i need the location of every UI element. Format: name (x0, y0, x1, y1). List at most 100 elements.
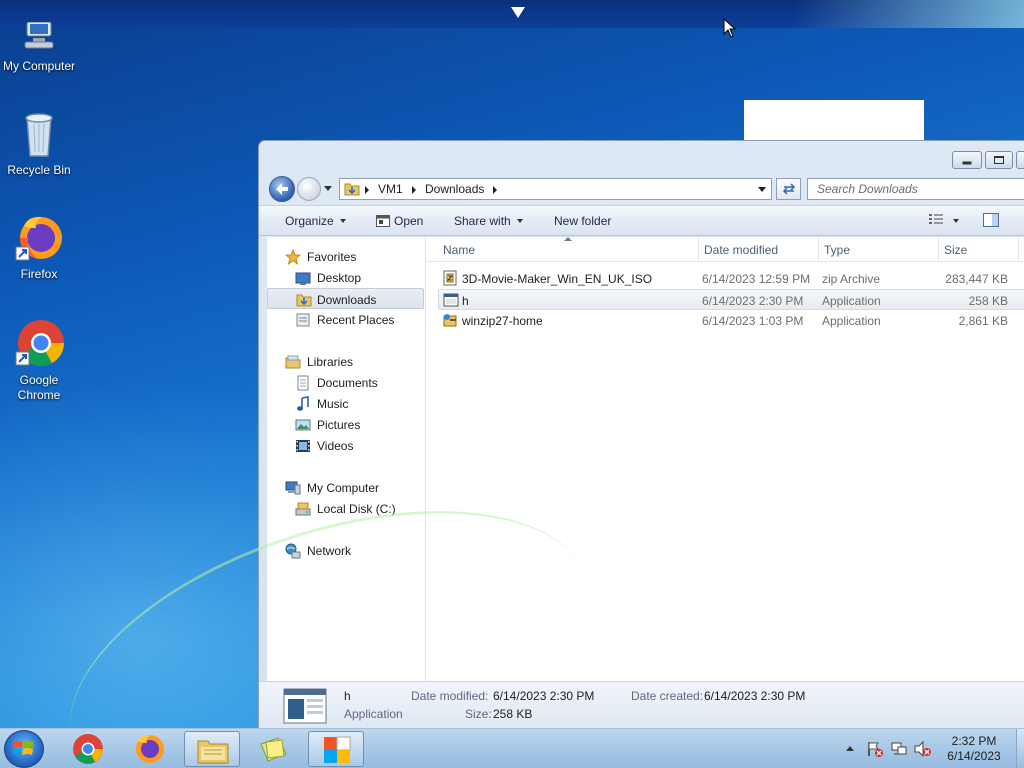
desktop-icon-google-chrome[interactable]: Google Chrome (0, 318, 78, 403)
explorer-window[interactable]: VM1 Downloads Search Downloads Organize (258, 140, 1024, 728)
nav-network[interactable]: Network (267, 540, 424, 561)
file-date: 6/14/2023 2:30 PM (702, 294, 804, 308)
vm-toolbar-toggle-icon[interactable] (511, 7, 525, 18)
file-name: winzip27-home (462, 314, 543, 328)
file-row[interactable]: winzip27-home 6/14/2023 1:03 PM Applicat… (438, 310, 1024, 331)
nav-label: Libraries (307, 355, 354, 369)
preview-pane-button[interactable] (983, 213, 999, 230)
nav-downloads[interactable]: Downloads (267, 288, 424, 309)
breadcrumb-separator-icon[interactable] (365, 186, 369, 194)
minimize-button[interactable] (952, 151, 982, 169)
videos-icon (296, 440, 310, 452)
taskbar-sticky-notes[interactable] (246, 731, 302, 767)
folder-icon (344, 183, 360, 196)
column-name[interactable]: Name (443, 243, 475, 257)
nav-local-disk[interactable]: Local Disk (C:) (267, 498, 424, 519)
refresh-button[interactable] (776, 178, 801, 200)
command-bar: Organize Open Share with New folder (259, 205, 1024, 236)
maximize-button[interactable] (985, 151, 1013, 169)
desktop-icon-label: Firefox (20, 267, 58, 281)
application-thumbnail-icon (283, 688, 327, 724)
system-tray (845, 729, 931, 768)
recent-pages-dropdown[interactable] (324, 186, 332, 191)
wallpaper-highlight (794, 0, 1024, 28)
installer-icon (443, 314, 457, 327)
taskbar-firefox[interactable] (122, 731, 178, 767)
share-with-button[interactable]: Share with (454, 214, 523, 228)
recycle-bin-icon (25, 113, 53, 157)
sticky-notes-icon (260, 737, 287, 762)
search-input[interactable]: Search Downloads (807, 178, 1024, 200)
nav-recent-places[interactable]: Recent Places (267, 309, 424, 330)
desktop: My Computer Recycle Bin Firefox Google C… (0, 0, 1024, 728)
file-name: 3D-Movie-Maker_Win_EN_UK_ISO (462, 272, 653, 286)
taskbar-chrome[interactable] (60, 731, 116, 767)
restore-icon (994, 156, 1004, 164)
forward-button[interactable] (297, 177, 321, 201)
mouse-cursor-icon (723, 18, 737, 38)
column-divider[interactable] (938, 237, 939, 262)
nav-videos[interactable]: Videos (267, 435, 424, 456)
music-note-icon (297, 396, 309, 411)
view-list-icon (929, 214, 943, 224)
desktop-icon-recycle-bin[interactable]: Recycle Bin (0, 110, 78, 178)
firefox-icon (136, 734, 164, 763)
breadcrumb-vm1[interactable]: VM1 (378, 182, 403, 196)
zip-archive-icon (443, 270, 457, 286)
address-history-dropdown-icon[interactable] (758, 187, 766, 192)
open-label: Open (394, 214, 424, 228)
nav-label: Videos (317, 439, 354, 453)
nav-documents[interactable]: Documents (267, 372, 424, 393)
nav-libraries[interactable]: Libraries (267, 351, 424, 372)
file-name: h (462, 294, 469, 308)
column-date-modified[interactable]: Date modified (704, 243, 778, 257)
network-tray-icon[interactable] (890, 740, 908, 758)
nav-pictures[interactable]: Pictures (267, 414, 424, 435)
back-button[interactable] (269, 176, 295, 202)
details-file-name: h (344, 689, 351, 703)
action-center-flag-icon[interactable] (866, 740, 884, 758)
details-date-modified-label: Date modified: (411, 689, 489, 703)
file-size: 2,861 KB (958, 314, 1008, 328)
new-folder-button[interactable]: New folder (554, 214, 611, 228)
nav-my-computer[interactable]: My Computer (267, 477, 424, 498)
system-clock[interactable]: 2:32 PM 6/14/2023 (930, 734, 1018, 764)
desktop-icon-my-computer[interactable]: My Computer (0, 21, 78, 74)
organize-button[interactable]: Organize (285, 214, 346, 228)
change-view-button[interactable] (929, 213, 959, 228)
chrome-icon (73, 734, 103, 764)
taskbar-windows-explorer[interactable] (184, 731, 240, 767)
breadcrumb-separator-icon[interactable] (412, 186, 416, 194)
address-bar[interactable]: VM1 Downloads (339, 178, 772, 200)
show-desktop-button[interactable] (1016, 729, 1024, 768)
desktop-icon-label: Recycle Bin (7, 163, 71, 177)
show-hidden-icons-button[interactable] (846, 746, 854, 751)
file-size: 258 KB (968, 294, 1008, 308)
navigation-pane: Favorites Desktop Downloads Recent Place… (267, 237, 426, 681)
column-type[interactable]: Type (824, 243, 850, 257)
close-button[interactable] (1016, 151, 1024, 169)
breadcrumb-separator-icon[interactable] (493, 186, 497, 194)
column-divider[interactable] (698, 237, 699, 262)
title-bar[interactable] (259, 141, 1024, 173)
open-button[interactable]: Open (376, 214, 423, 228)
details-date-created: 6/14/2023 2:30 PM (704, 689, 806, 703)
taskbar-active-application[interactable] (308, 731, 364, 767)
desktop-icon-firefox[interactable]: Firefox (0, 214, 78, 282)
nav-desktop[interactable]: Desktop (267, 267, 424, 288)
breadcrumb-downloads[interactable]: Downloads (425, 182, 484, 196)
column-divider[interactable] (1018, 237, 1019, 262)
column-divider[interactable] (818, 237, 819, 262)
column-size[interactable]: Size (944, 243, 967, 257)
nav-music[interactable]: Music (267, 393, 424, 414)
nav-label: Desktop (317, 271, 362, 285)
file-row-selected[interactable]: h 6/14/2023 2:30 PM Application 258 KB (438, 289, 1024, 310)
chrome-icon (15, 320, 64, 366)
my-computer-icon (24, 21, 54, 49)
start-button[interactable] (4, 730, 44, 768)
windows-logo-icon (13, 741, 34, 755)
file-row[interactable]: 3D-Movie-Maker_Win_EN_UK_ISO 6/14/2023 1… (438, 268, 1024, 289)
minimize-icon (962, 161, 972, 165)
nav-favorites[interactable]: Favorites (267, 246, 424, 267)
details-file-type: Application (344, 707, 403, 721)
